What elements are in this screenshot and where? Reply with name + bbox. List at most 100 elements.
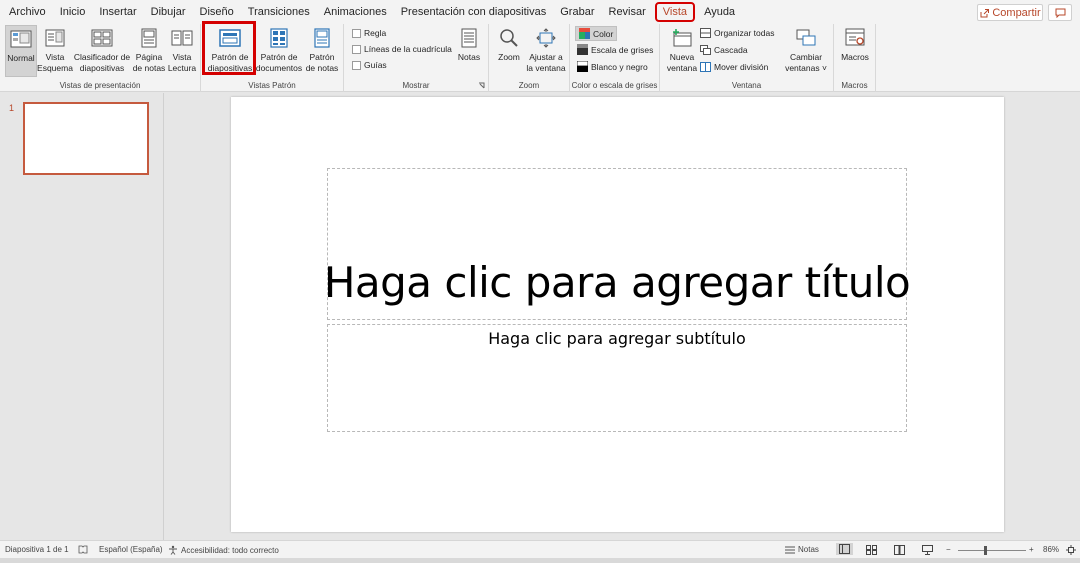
arrange-all-button[interactable]: Organizar todas [700, 28, 774, 38]
gridlines-checkbox[interactable]: Líneas de la cuadrícula [352, 44, 452, 54]
notes-master-button[interactable]: Patrón de notas [302, 25, 342, 74]
fit-slide-button[interactable] [1066, 545, 1076, 555]
move-split-button[interactable]: Mover división [700, 62, 768, 72]
sorter-view-status-icon [866, 545, 877, 555]
language-label: Español (España) [99, 545, 163, 554]
subtitle-placeholder[interactable]: Haga clic para agregar subtítulo [327, 324, 907, 432]
new-window-label-1: Nueva [669, 52, 695, 62]
group-label-zoom: Zoom [518, 81, 540, 90]
title-placeholder[interactable]: Haga clic para agregar título [323, 168, 911, 320]
group-label-ventana: Ventana [731, 81, 762, 90]
tab-revisar[interactable]: Revisar [602, 0, 653, 24]
zoom-icon [500, 29, 518, 47]
zoom-slider-thumb[interactable] [984, 546, 987, 555]
zoom-button[interactable]: Zoom [494, 25, 524, 63]
notes-status-icon [785, 546, 795, 554]
macros-button[interactable]: Macros [838, 25, 872, 63]
tab-inicio[interactable]: Inicio [53, 0, 93, 24]
accessibility-indicator[interactable]: Accesibilidad: todo correcto [168, 545, 279, 555]
tab-animaciones[interactable]: Animaciones [317, 0, 394, 24]
fit-slide-icon [1066, 545, 1076, 555]
group-color: Color Escala de grises Blanco y negro Co… [570, 24, 660, 92]
notes-master-icon [314, 28, 330, 48]
slide-sorter-button[interactable]: Clasificador de diapositivas [72, 25, 132, 74]
grayscale-label: Escala de grises [591, 44, 654, 55]
guides-check-box[interactable] [352, 60, 361, 70]
reading-view-button[interactable]: Vista Lectura [165, 25, 199, 74]
color-button[interactable]: Color [575, 26, 618, 41]
status-bar: Diapositiva 1 de 1 Español (España) Acce… [0, 540, 1080, 558]
accessibility-icon [169, 545, 177, 555]
chevron-down-icon: ˅ [821, 63, 827, 73]
new-window-label-2: ventana [666, 63, 698, 73]
tab-presentación-con-diapositivas[interactable]: Presentación con diapositivas [394, 0, 554, 24]
group-label-vistas-patron: Vistas Patrón [248, 81, 296, 90]
zoom-in-button[interactable]: + [1029, 545, 1034, 554]
notes-status-button[interactable]: Notas [785, 545, 819, 554]
dialog-launcher-icon[interactable] [478, 82, 485, 89]
language-indicator[interactable]: Español (España) [78, 545, 163, 554]
subtitle-placeholder-text: Haga clic para agregar subtítulo [488, 329, 746, 348]
handout-master-icon [270, 28, 288, 48]
guides-checkbox[interactable]: Guías [352, 60, 387, 70]
fit-window-button[interactable]: Ajustar a la ventana [524, 25, 568, 74]
comments-button[interactable] [1048, 4, 1072, 21]
tab-dibujar[interactable]: Dibujar [144, 0, 193, 24]
notes-page-label-2: de notas [132, 63, 166, 73]
reading-view-status-button[interactable] [894, 545, 905, 555]
tab-ayuda[interactable]: Ayuda [697, 0, 742, 24]
tab-insertar[interactable]: Insertar [92, 0, 143, 24]
ruler-check-box[interactable] [352, 28, 361, 38]
switch-windows-label-2: ventanas ˅ [785, 63, 827, 74]
ruler-checkbox[interactable]: Regla [352, 28, 386, 38]
cascade-button[interactable]: Cascada [700, 45, 748, 55]
zoom-level[interactable]: 86% [1043, 545, 1059, 554]
sorter-view-status-button[interactable] [866, 545, 877, 555]
slide-thumbnail[interactable] [23, 102, 149, 175]
tab-vista[interactable]: Vista [654, 2, 696, 22]
slide-sorter-label-2: diapositivas [79, 63, 125, 73]
tab-grabar[interactable]: Grabar [553, 0, 601, 24]
title-placeholder-text: Haga clic para agregar título [323, 258, 911, 307]
zoom-out-button[interactable]: − [946, 545, 951, 554]
notes-page-button[interactable]: Página de notas [132, 25, 166, 74]
switch-windows-label-1: Cambiar [789, 52, 823, 62]
slideshow-status-button[interactable] [922, 545, 933, 555]
normal-view-button[interactable]: Normal [5, 25, 37, 77]
outline-view-button[interactable]: Vista Esquema [37, 25, 73, 74]
notes-toggle-button[interactable]: Notas [454, 25, 484, 63]
arrange-all-icon [700, 28, 711, 38]
black-white-button[interactable]: Blanco y negro [577, 61, 648, 72]
fit-window-label-1: Ajustar a [529, 52, 563, 62]
grayscale-button[interactable]: Escala de grises [577, 44, 653, 55]
slide-number: 1 [9, 103, 15, 113]
handout-master-button[interactable]: Patrón de documentos [256, 25, 302, 74]
gridlines-label: Líneas de la cuadrícula [364, 44, 452, 54]
fit-window-icon [536, 28, 556, 48]
notes-master-label-2: de notas [305, 63, 339, 73]
zoom-slider[interactable] [958, 550, 1026, 551]
cascade-label: Cascada [714, 45, 748, 55]
normal-view-status-button[interactable] [836, 543, 853, 555]
group-label-vistas-presentacion: Vistas de presentación [59, 81, 141, 90]
highlight-box [202, 21, 256, 75]
tab-archivo[interactable]: Archivo [0, 0, 53, 24]
share-button[interactable]: Compartir [977, 4, 1043, 21]
new-window-button[interactable]: Nueva ventana [664, 25, 700, 74]
slide-sorter-icon [91, 29, 113, 47]
spelling-icon [78, 545, 88, 554]
switch-windows-label-2-text: ventanas [785, 63, 820, 73]
slideshow-icon [922, 545, 933, 555]
normal-view-icon [10, 30, 32, 48]
gridlines-check-box[interactable] [352, 44, 361, 54]
ruler-label: Regla [364, 28, 387, 38]
reading-view-label-1: Vista [172, 52, 192, 62]
color-icon [579, 28, 590, 39]
ribbon: Normal Vista Esquema Clasificador de dia… [0, 24, 1080, 92]
group-zoom: Zoom Ajustar a la ventana Zoom [489, 24, 570, 92]
slide-canvas[interactable]: Haga clic para agregar título Haga clic … [231, 97, 1004, 532]
switch-windows-button[interactable]: Cambiar ventanas ˅ [784, 25, 828, 74]
group-label-mostrar: Mostrar [402, 81, 430, 90]
notes-icon [461, 28, 477, 48]
switch-windows-icon [796, 29, 816, 46]
